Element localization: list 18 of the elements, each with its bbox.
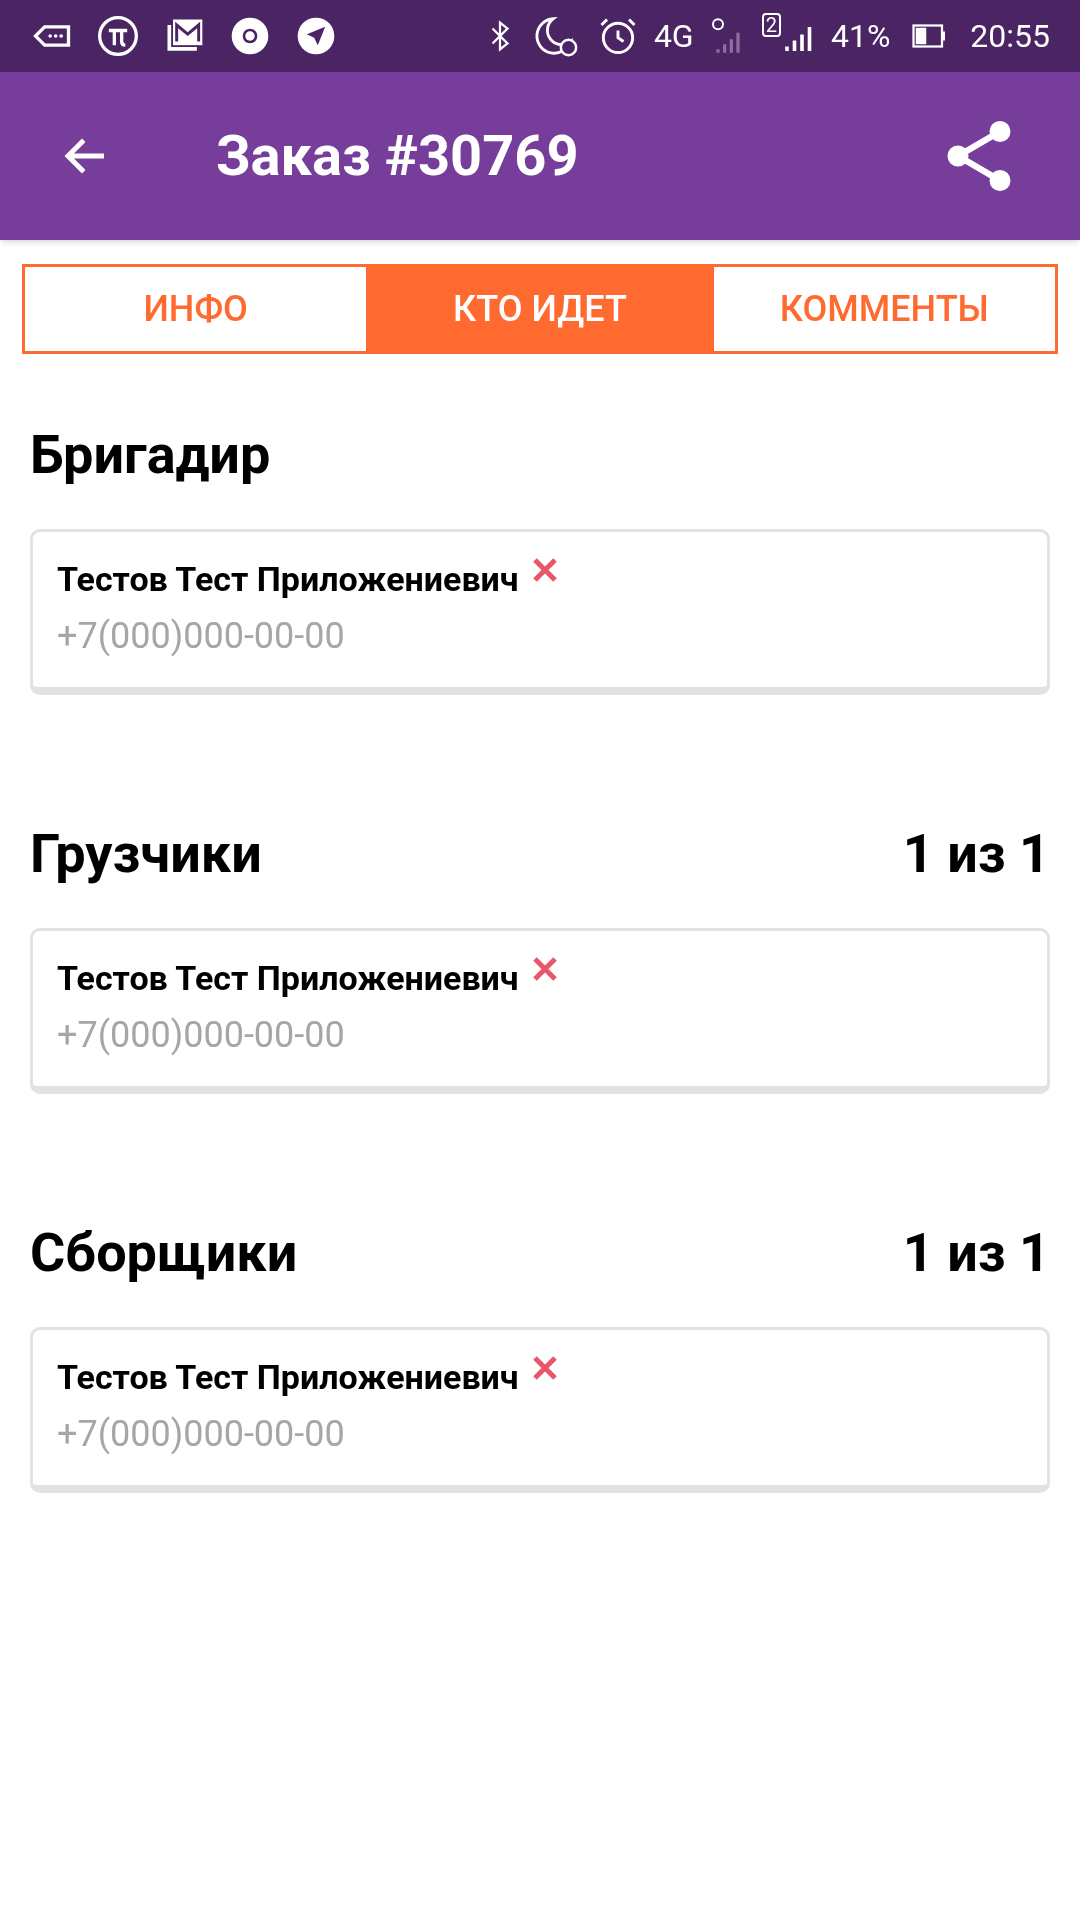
- filled-count: 1 из 1: [902, 821, 1050, 887]
- network-type: 4G: [653, 16, 694, 57]
- clock: 20:55: [970, 16, 1050, 57]
- section-title: Грузчики: [30, 821, 262, 887]
- section-title: Сборщики: [30, 1220, 298, 1286]
- tab[interactable]: КТО ИДЕТ: [366, 267, 711, 351]
- person-name: Тестов Тест Приложениевич: [57, 558, 519, 601]
- phone-number: +7(000)000-00-00: [57, 614, 346, 659]
- pi-icon: [96, 14, 140, 58]
- person-name: Тестов Тест Приложениевич: [57, 957, 519, 1000]
- battery-percent: 41%: [830, 16, 891, 57]
- section-title: Бригадир: [30, 422, 271, 488]
- phone-number: +7(000)000-00-00: [57, 1013, 346, 1058]
- person-name: Тестов Тест Приложениевич: [57, 1356, 519, 1399]
- sim-badge: 2: [761, 13, 781, 37]
- phone-number: +7(000)000-00-00: [57, 1412, 346, 1457]
- screen-title: Заказ #30769: [216, 122, 580, 191]
- filled-count: 1 из 1: [902, 1220, 1050, 1286]
